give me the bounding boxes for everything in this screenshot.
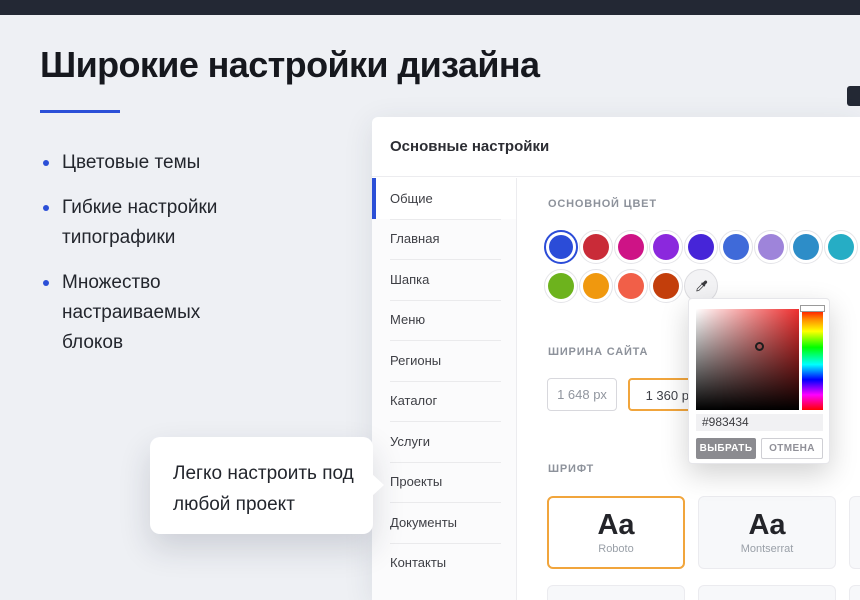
color-swatch[interactable] [649,269,683,303]
picker-cancel-button[interactable]: ОТМЕНА [761,438,823,459]
swatch-color [583,234,609,260]
sidebar-item-label: Документы [390,515,457,530]
sidebar-item-label: Главная [390,231,439,246]
panel-header: Основные настройки [372,117,860,177]
hue-slider[interactable] [802,309,823,410]
color-swatch[interactable] [579,230,613,264]
color-swatch[interactable] [719,230,753,264]
swatch-color [583,273,609,299]
hue-slider-handle[interactable] [800,305,825,312]
saturation-area[interactable] [696,309,799,410]
sidebar-item-menu[interactable]: Меню [372,300,516,341]
sidebar-item-katalog[interactable]: Каталог [372,381,516,422]
swatch-color [723,234,749,260]
panel-title: Основные настройки [390,138,549,155]
font-name: Montserrat [741,543,794,555]
color-picker-popup: #983434 ВЫБРАТЬ ОТМЕНА [688,298,830,464]
color-swatch[interactable] [684,230,718,264]
title-accent-underline [40,110,120,113]
swatch-color [688,234,714,260]
swatch-color [618,234,644,260]
tooltip-arrow [372,474,384,496]
swatch-color [653,273,679,299]
sidebar-item-shapka[interactable]: Шапка [372,259,516,300]
font-sample: Aa [748,510,785,540]
font-card-montserrat[interactable]: Aa Montserrat [698,496,836,569]
feature-text: Множество настраиваемых блоков [62,268,262,358]
list-item: Цветовые темы [40,148,265,178]
sidebar-item-label: Контакты [390,555,446,570]
sidebar-item-obshchie[interactable]: Общие [372,178,516,219]
bullet-dot [43,280,49,286]
section-label-width: ШИРИНА САЙТА [548,346,648,358]
sidebar-item-proekty[interactable]: Проекты [372,462,516,503]
color-swatch[interactable] [824,230,858,264]
sidebar-item-regiony[interactable]: Регионы [372,340,516,381]
top-dark-bar [0,0,860,15]
sidebar-item-label: Меню [390,312,425,327]
color-swatch-selected[interactable] [544,230,578,264]
feature-list: Цветовые темы Гибкие настройки типографи… [40,148,265,373]
right-edge-decoration [847,86,860,106]
bullet-dot [43,160,49,166]
bullet-dot [43,205,49,211]
settings-sidebar: Общие Главная Шапка Меню Регионы Каталог… [372,178,517,600]
eyedropper-icon [694,279,709,294]
saturation-cursor[interactable] [755,342,764,351]
font-card-partial[interactable] [698,585,836,600]
tooltip-text: Легко настроить под любой проект [173,463,354,515]
sidebar-item-label: Шапка [390,272,429,287]
sidebar-item-dokumenty[interactable]: Документы [372,502,516,543]
color-swatch[interactable] [614,269,648,303]
list-item: Гибкие настройки типографики [40,193,265,253]
sidebar-item-kontakty[interactable]: Контакты [372,543,516,584]
font-card-roboto[interactable]: Aa Roboto [547,496,685,569]
font-card-partial[interactable] [547,585,685,600]
page: Широкие настройки дизайна Цветовые темы … [0,0,860,600]
color-swatch[interactable] [544,269,578,303]
font-card-partial[interactable] [849,585,860,600]
sidebar-item-label: Каталог [390,393,437,408]
color-swatch[interactable] [579,269,613,303]
section-label-font: ШРИФТ [548,463,594,475]
swatch-row-1 [544,230,858,264]
picker-select-button[interactable]: ВЫБРАТЬ [696,438,756,459]
section-label-color: ОСНОВНОЙ ЦВЕТ [548,198,657,210]
swatch-color [548,273,574,299]
sidebar-item-uslugi[interactable]: Услуги [372,421,516,462]
color-swatches [544,230,858,303]
color-swatch[interactable] [789,230,823,264]
color-swatch[interactable] [649,230,683,264]
sidebar-item-label: Общие [390,191,433,206]
color-swatch[interactable] [754,230,788,264]
feature-text: Цветовые темы [62,148,262,178]
color-swatch[interactable] [614,230,648,264]
swatch-color [618,273,644,299]
swatch-color [828,234,854,260]
list-item: Множество настраиваемых блоков [40,268,265,358]
site-width-input-1[interactable]: 1 648 px [547,378,617,411]
sidebar-item-glavnaya[interactable]: Главная [372,219,516,260]
sidebar-item-label: Услуги [390,434,430,449]
sidebar-item-label: Регионы [390,353,441,368]
font-sample: Aa [597,510,634,540]
sidebar-item-label: Проекты [390,474,442,489]
swatch-color [793,234,819,260]
callout-tooltip: Легко настроить под любой проект [150,437,373,534]
feature-text: Гибкие настройки типографики [62,193,262,253]
font-card-partial[interactable] [849,496,860,569]
swatch-color [758,234,784,260]
page-title: Широкие настройки дизайна [40,44,539,86]
swatch-color [549,235,573,259]
swatch-color [653,234,679,260]
font-name: Roboto [598,543,633,555]
hex-color-input[interactable]: #983434 [696,414,823,431]
